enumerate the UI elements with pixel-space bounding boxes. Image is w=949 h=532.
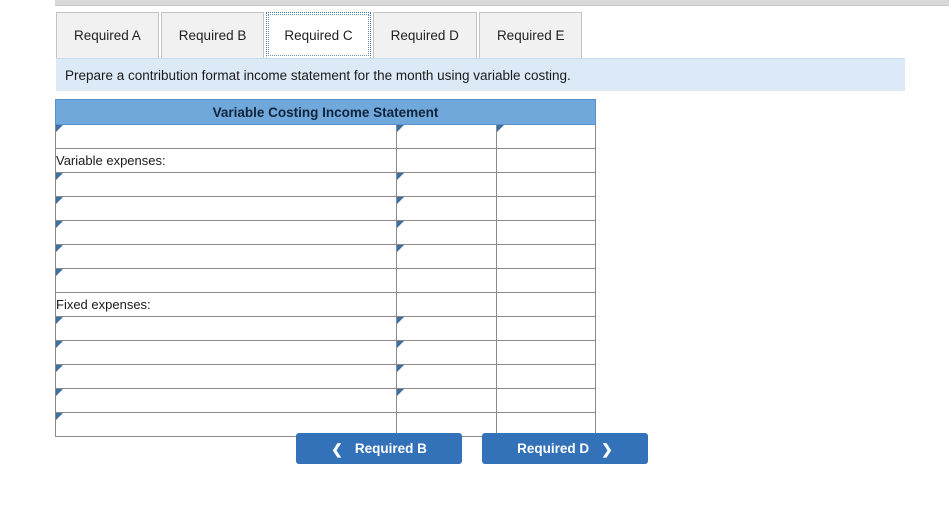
- dropdown-corner-icon: [56, 125, 63, 132]
- statement-description-input[interactable]: [55, 268, 397, 293]
- dropdown-corner-icon: [56, 413, 63, 420]
- statement-description-input[interactable]: [55, 340, 397, 365]
- statement-amount-cell-col3: [495, 364, 597, 389]
- statement-amount-cell-col3: [495, 292, 597, 317]
- statement-title: Variable Costing Income Statement: [54, 99, 597, 125]
- statement-row-label: Variable expenses:: [55, 148, 397, 173]
- dropdown-corner-icon: [397, 317, 404, 324]
- statement-row: [55, 268, 597, 293]
- tab-required-a[interactable]: Required A: [56, 12, 159, 58]
- tab-required-b[interactable]: Required B: [160, 12, 265, 58]
- dropdown-corner-icon: [56, 389, 63, 396]
- statement-row: [55, 172, 597, 197]
- statement-amount-cell-col2-input[interactable]: [396, 364, 497, 389]
- statement-amount-cell-col2-input[interactable]: [396, 220, 497, 245]
- statement-row-label: Fixed expenses:: [55, 292, 397, 317]
- tab-bar: Required A Required B Required C Required D…: [56, 6, 584, 58]
- statement-title-row: Variable Costing Income Statement: [54, 99, 597, 125]
- dropdown-corner-icon: [56, 245, 63, 252]
- statement-description-input[interactable]: [55, 196, 397, 221]
- statement-row: [55, 124, 597, 149]
- tab-label: Required A: [74, 28, 141, 43]
- chevron-left-icon: ❮: [331, 440, 343, 457]
- statement-description-input[interactable]: [55, 220, 397, 245]
- dropdown-corner-icon: [397, 197, 404, 204]
- dropdown-corner-icon: [397, 389, 404, 396]
- statement-description-input[interactable]: [55, 316, 397, 341]
- dropdown-corner-icon: [397, 221, 404, 228]
- tab-label: Required D: [390, 28, 459, 43]
- statement-row: [55, 340, 597, 365]
- statement-description-input[interactable]: [55, 124, 397, 149]
- instruction-banner: Prepare a contribution format income sta…: [56, 58, 905, 91]
- statement-description-input[interactable]: [55, 364, 397, 389]
- tab-required-d[interactable]: Required D: [372, 12, 477, 58]
- statement-amount-cell-col3: [495, 172, 597, 197]
- statement-amount-cell-col2-input[interactable]: [396, 316, 497, 341]
- next-required-label: Required D: [517, 441, 590, 456]
- statement-description-input[interactable]: [55, 244, 397, 269]
- statement-amount-cell-col3: [495, 316, 597, 341]
- statement-description-input[interactable]: [55, 172, 397, 197]
- previous-required-button[interactable]: ❮ Required B: [296, 433, 462, 464]
- dropdown-corner-icon: [397, 173, 404, 180]
- statement-description-input[interactable]: [55, 388, 397, 413]
- statement-amount-cell-col2-input[interactable]: [396, 196, 497, 221]
- dropdown-corner-icon: [56, 197, 63, 204]
- statement-row: [55, 316, 597, 341]
- statement-amount-cell-col3: [495, 148, 597, 173]
- statement-amount-cell-col2-input[interactable]: [396, 388, 497, 413]
- tab-required-e[interactable]: Required E: [478, 12, 583, 58]
- statement-amount-cell-col3: [495, 388, 597, 413]
- statement-row: [55, 196, 597, 221]
- previous-required-label: Required B: [354, 441, 427, 456]
- statement-amount-cell-col3-input[interactable]: [495, 124, 597, 149]
- chevron-right-icon: ❯: [601, 440, 613, 457]
- statement-amount-cell-col2-input[interactable]: [396, 340, 497, 365]
- tab-label: Required E: [496, 28, 565, 43]
- statement-amount-cell-col3: [495, 196, 597, 221]
- tab-required-c[interactable]: Required C: [266, 12, 371, 58]
- dropdown-corner-icon: [56, 365, 63, 372]
- statement-amount-cell-col2: [396, 268, 497, 293]
- statement-row: Variable expenses:: [55, 148, 597, 173]
- dropdown-corner-icon: [397, 245, 404, 252]
- dropdown-corner-icon: [397, 341, 404, 348]
- tab-label: Required C: [284, 27, 353, 43]
- dropdown-corner-icon: [56, 221, 63, 228]
- statement-amount-cell-col2: [396, 292, 497, 317]
- statement-amount-cell-col3: [495, 244, 597, 269]
- dropdown-corner-icon: [397, 125, 404, 132]
- statement-body: Variable expenses: Fixed expenses:: [55, 124, 597, 437]
- navigation-buttons: ❮ Required B Required D ❯: [296, 433, 648, 464]
- statement-amount-cell-col2: [396, 148, 497, 173]
- statement-amount-cell-col3: [495, 340, 597, 365]
- statement-row: [55, 388, 597, 413]
- instruction-text: Prepare a contribution format income sta…: [65, 67, 571, 83]
- statement-amount-cell-col2-input[interactable]: [396, 172, 497, 197]
- statement-amount-cell-col3: [495, 220, 597, 245]
- dropdown-corner-icon: [56, 317, 63, 324]
- statement-row: Fixed expenses:: [55, 292, 597, 317]
- dropdown-corner-icon: [497, 125, 504, 132]
- statement-row: [55, 244, 597, 269]
- statement-row: [55, 364, 597, 389]
- statement-amount-cell-col2-input[interactable]: [396, 244, 497, 269]
- dropdown-corner-icon: [397, 365, 404, 372]
- variable-costing-income-statement-table: Variable Costing Income Statement Variab…: [54, 99, 597, 437]
- dropdown-corner-icon: [56, 341, 63, 348]
- statement-row: [55, 220, 597, 245]
- dropdown-corner-icon: [56, 173, 63, 180]
- dropdown-corner-icon: [56, 269, 63, 276]
- statement-amount-cell-col3: [495, 268, 597, 293]
- next-required-button[interactable]: Required D ❯: [482, 433, 648, 464]
- statement-amount-cell-col2-input[interactable]: [396, 124, 497, 149]
- tab-label: Required B: [178, 28, 247, 43]
